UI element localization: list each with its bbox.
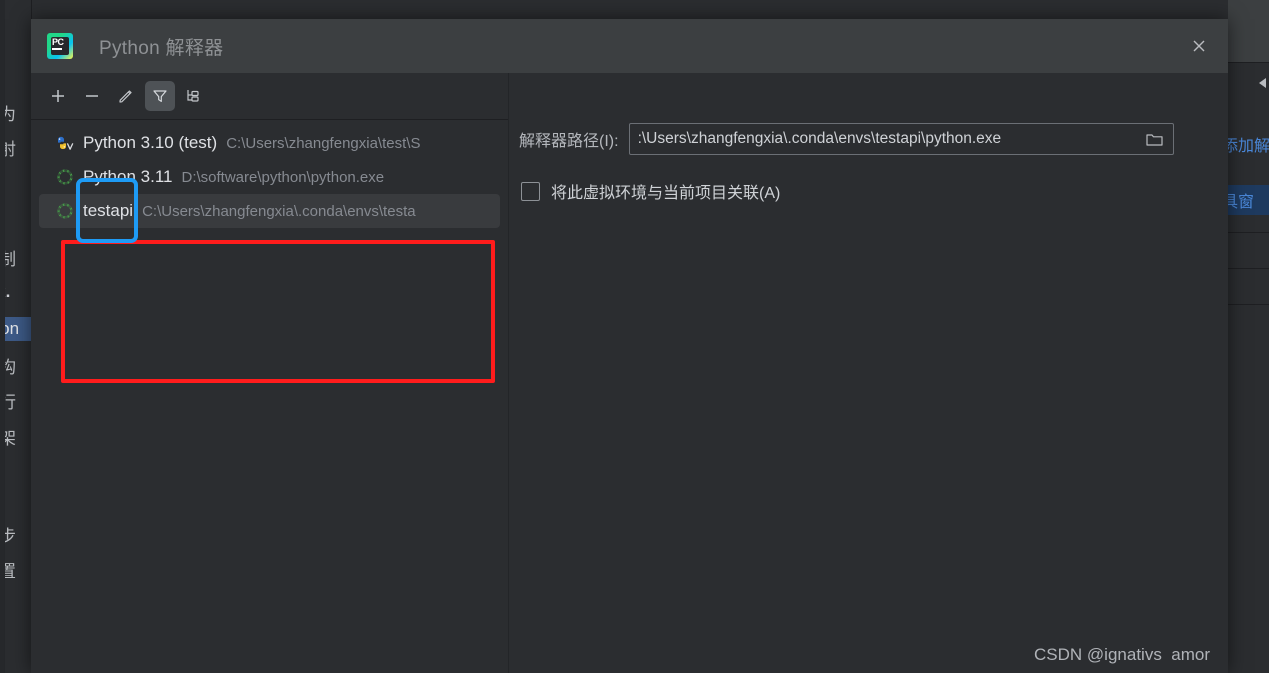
interpreter-list: Python 3.10 (test) C:\Users\zhangfengxia…: [31, 120, 508, 673]
edit-interpreter-button[interactable]: [111, 81, 141, 111]
background-right-toolbar: [1228, 0, 1269, 63]
bg-right-link-tool-window[interactable]: 具窗: [1228, 185, 1269, 215]
show-all-tree-button[interactable]: [179, 81, 209, 111]
interpreter-toolbar: [31, 73, 508, 120]
bg-right-separator-1: [1228, 232, 1269, 233]
collapse-arrow-icon[interactable]: [1259, 78, 1266, 88]
background-right-panel: 添加解 具窗: [1228, 0, 1269, 673]
interpreter-path-input[interactable]: :\Users\zhangfengxia\.conda\envs\testapi…: [628, 123, 1174, 155]
interpreter-name: Python 3.10 (test): [83, 133, 218, 152]
interpreter-path-label: 解释器路径(I):: [519, 133, 619, 150]
associate-venv-checkbox[interactable]: [521, 181, 540, 201]
folder-icon[interactable]: [1145, 129, 1165, 149]
conda-icon: [55, 201, 75, 221]
remove-interpreter-button[interactable]: [77, 81, 107, 111]
python-interpreter-dialog: PC Python 解释器 Python 3.10 (test) C:\User…: [31, 19, 1228, 673]
filter-button[interactable]: [145, 81, 175, 111]
dialog-titlebar: PC Python 解释器: [31, 19, 1228, 73]
interpreter-list-pane: Python 3.10 (test) C:\Users\zhangfengxia…: [31, 73, 509, 673]
interpreter-name: testapi: [83, 201, 134, 220]
dialog-title: Python 解释器: [99, 37, 224, 59]
bg-right-separator-3: [1228, 304, 1269, 305]
interpreter-path-row: 解释器路径(I): :\Users\zhangfengxia\.conda\en…: [519, 123, 1228, 155]
associate-venv-label: 将此虚拟环境与当前项目关联(A): [551, 185, 781, 202]
interpreter-path: C:\Users\zhangfengxia\test\S: [226, 134, 421, 152]
interpreter-list-annotation: [61, 240, 495, 383]
interpreter-path-value: :\Users\zhangfengxia\.conda\envs\testapi…: [637, 130, 1002, 147]
interpreter-path: D:\software\python\python.exe: [181, 168, 385, 186]
csdn-watermark: CSDN @ignativs amor: [1034, 645, 1210, 664]
interpreter-name: Python 3.11: [83, 167, 173, 186]
background-left-edge: [0, 0, 5, 673]
list-item[interactable]: Python 3.11 D:\software\python\python.ex…: [39, 160, 500, 194]
venv-icon: [55, 133, 75, 153]
interpreter-path: C:\Users\zhangfengxia\.conda\envs\testa: [142, 202, 416, 220]
bg-right-link-add-interpreter[interactable]: 添加解: [1228, 132, 1269, 156]
add-interpreter-button[interactable]: [43, 81, 73, 111]
associate-venv-row: 将此虚拟环境与当前项目关联(A): [521, 179, 1228, 203]
interpreter-details-pane: 解释器路径(I): :\Users\zhangfengxia\.conda\en…: [509, 73, 1228, 673]
list-item[interactable]: testapi C:\Users\zhangfengxia\.conda\env…: [39, 194, 500, 228]
conda-icon: [55, 167, 75, 187]
pycharm-logo-icon: PC: [47, 33, 73, 59]
list-item[interactable]: Python 3.10 (test) C:\Users\zhangfengxia…: [39, 126, 500, 160]
pycharm-logo-text: PC: [52, 37, 64, 47]
close-icon[interactable]: [1182, 29, 1216, 63]
bg-right-separator-2: [1228, 268, 1269, 269]
dialog-body: Python 3.10 (test) C:\Users\zhangfengxia…: [31, 73, 1228, 673]
